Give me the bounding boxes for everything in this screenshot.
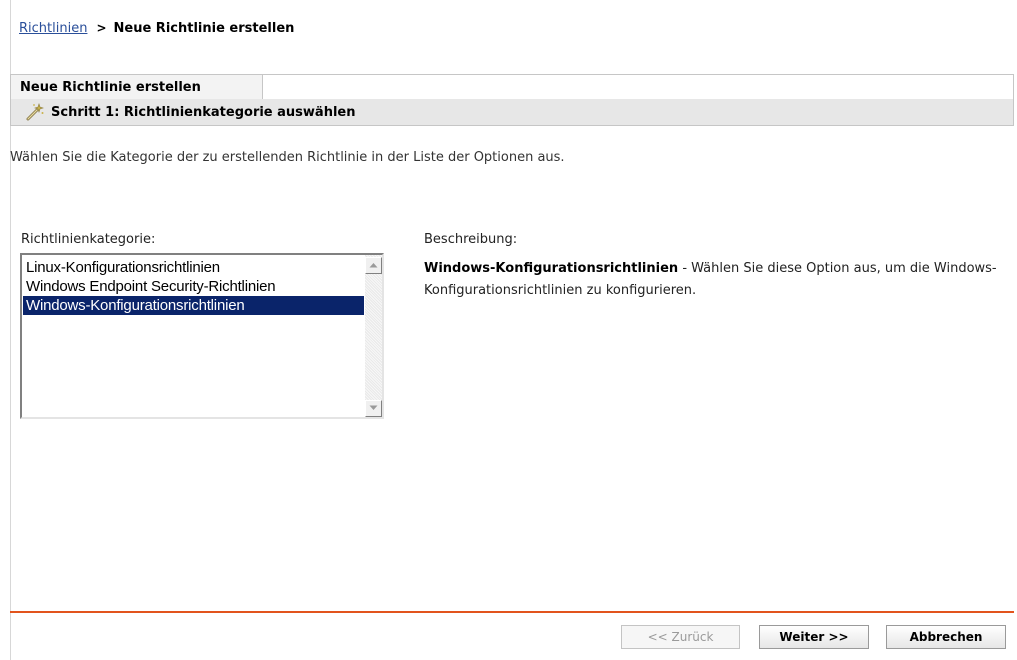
category-option-windows-configuration[interactable]: Windows-Konfigurationsrichtlinien <box>23 296 364 315</box>
arrow-up-icon <box>369 263 378 268</box>
category-option-linux[interactable]: Linux-Konfigurationsrichtlinien <box>23 258 364 277</box>
category-label: Richtlinienkategorie: <box>21 232 156 247</box>
description-text: Windows-Konfigurationsrichtlinien - Wähl… <box>424 258 1004 302</box>
instruction-text: Wählen Sie die Kategorie der zu erstelle… <box>10 150 565 165</box>
wizard-header: Neue Richtlinie erstellen Schritt 1: Ric… <box>10 74 1014 127</box>
listbox-scrollbar[interactable] <box>365 255 382 417</box>
footer-divider <box>10 611 1014 613</box>
wizard-title: Neue Richtlinie erstellen <box>11 75 263 99</box>
wizard-step-bar: Schritt 1: Richtlinienkategorie auswähle… <box>10 98 1014 126</box>
breadcrumb: Richtlinien > Neue Richtlinie erstellen <box>19 21 294 36</box>
cancel-button[interactable]: Abbrechen <box>886 625 1006 649</box>
scroll-up-button[interactable] <box>365 257 382 274</box>
breadcrumb-current: Neue Richtlinie erstellen <box>113 21 295 36</box>
wizard-step-title: Schritt 1: Richtlinienkategorie auswähle… <box>51 104 356 120</box>
category-listbox[interactable]: Linux-Konfigurationsrichtlinien Windows … <box>20 253 384 419</box>
scroll-down-button[interactable] <box>365 400 382 417</box>
category-option-windows-endpoint-security[interactable]: Windows Endpoint Security-Richtlinien <box>23 277 364 296</box>
breadcrumb-link-policies[interactable]: Richtlinien <box>19 21 87 36</box>
wizard-tab-row: Neue Richtlinie erstellen <box>10 74 1014 99</box>
wand-icon <box>25 102 45 122</box>
next-button[interactable]: Weiter >> <box>759 625 869 649</box>
description-label: Beschreibung: <box>424 232 518 247</box>
description-title: Windows-Konfigurationsrichtlinien <box>424 261 679 276</box>
arrow-down-icon <box>369 405 378 410</box>
category-list: Linux-Konfigurationsrichtlinien Windows … <box>23 258 364 315</box>
page: Richtlinien > Neue Richtlinie erstellen Ne… <box>0 0 1017 660</box>
back-button[interactable]: << Zurück <box>621 625 740 649</box>
breadcrumb-separator: > <box>96 21 107 35</box>
